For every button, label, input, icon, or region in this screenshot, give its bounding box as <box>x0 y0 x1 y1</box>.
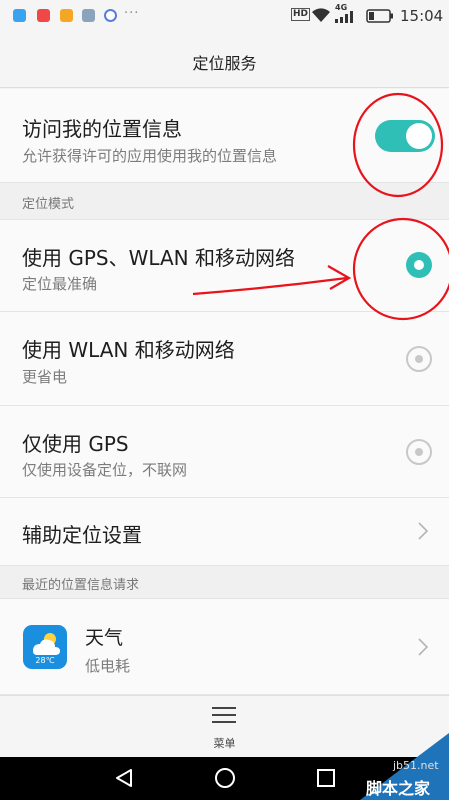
recents-icon[interactable] <box>316 768 336 788</box>
mode-option-device-only[interactable]: 仅使用 GPS 仅使用设备定位，不联网 <box>0 406 449 498</box>
more-notifications-icon: ··· <box>124 6 140 21</box>
mode-title: 使用 WLAN 和移动网络 <box>22 338 235 362</box>
toggle-knob <box>406 123 432 149</box>
mode-title: 使用 GPS、WLAN 和移动网络 <box>22 246 295 270</box>
mode-radio[interactable] <box>406 439 432 465</box>
section-label: 最近的位置信息请求 <box>22 578 140 593</box>
home-icon[interactable] <box>214 767 236 789</box>
clock: 15:04 <box>400 7 444 25</box>
watermark-text: 脚本之家 <box>366 779 431 798</box>
mode-subtitle: 定位最准确 <box>22 275 98 293</box>
mode-option-battery-saving[interactable]: 使用 WLAN 和移动网络 更省电 <box>0 312 449 406</box>
location-access-subtitle: 允许获得许可的应用使用我的位置信息 <box>22 147 278 165</box>
section-label: 定位模式 <box>22 197 75 212</box>
watermark-url: jb51.net <box>393 759 439 772</box>
message-notification-icon <box>13 9 26 22</box>
wallet-notification-icon <box>60 9 73 22</box>
radio-dot <box>414 260 424 270</box>
mode-subtitle: 仅使用设备定位，不联网 <box>22 461 188 479</box>
app-usage: 低电耗 <box>85 657 131 675</box>
signal-icon <box>335 11 353 23</box>
radio-dot <box>415 355 423 363</box>
weather-icon: 28℃ <box>23 625 67 669</box>
back-icon[interactable] <box>114 768 134 788</box>
status-bar: ··· HD 4G 15:04 <box>0 0 449 32</box>
section-header-recent: 最近的位置信息请求 <box>0 566 449 599</box>
radio-dot <box>415 448 423 456</box>
location-access-title: 访问我的位置信息 <box>22 117 182 141</box>
mode-option-high-accuracy[interactable]: 使用 GPS、WLAN 和移动网络 定位最准确 <box>0 220 449 312</box>
wifi-icon <box>312 8 330 22</box>
location-access-toggle[interactable] <box>375 120 435 152</box>
section-header-mode: 定位模式 <box>0 183 449 220</box>
battery-icon <box>366 9 393 23</box>
chevron-right-icon <box>418 522 429 540</box>
app-name: 天气 <box>85 627 124 649</box>
page-title: 定位服务 <box>192 54 257 73</box>
recent-app-row-weather[interactable]: 天气 低电耗 <box>0 599 449 695</box>
gallery-notification-icon <box>82 9 95 22</box>
profile-notification-icon <box>104 9 117 22</box>
chevron-right-icon <box>418 638 429 656</box>
assisted-location-title: 辅助定位设置 <box>22 523 142 547</box>
menu-icon[interactable] <box>212 706 236 724</box>
weather-temp-label: 28℃ <box>35 656 55 665</box>
mode-radio[interactable] <box>406 346 432 372</box>
hd-badge: HD <box>291 8 311 21</box>
mode-subtitle: 更省电 <box>22 368 68 386</box>
mode-radio-selected[interactable] <box>406 252 432 278</box>
mode-title: 仅使用 GPS <box>22 432 129 456</box>
app-notification-icon <box>37 9 50 22</box>
assisted-location-settings-row[interactable]: 辅助定位设置 <box>0 498 449 566</box>
